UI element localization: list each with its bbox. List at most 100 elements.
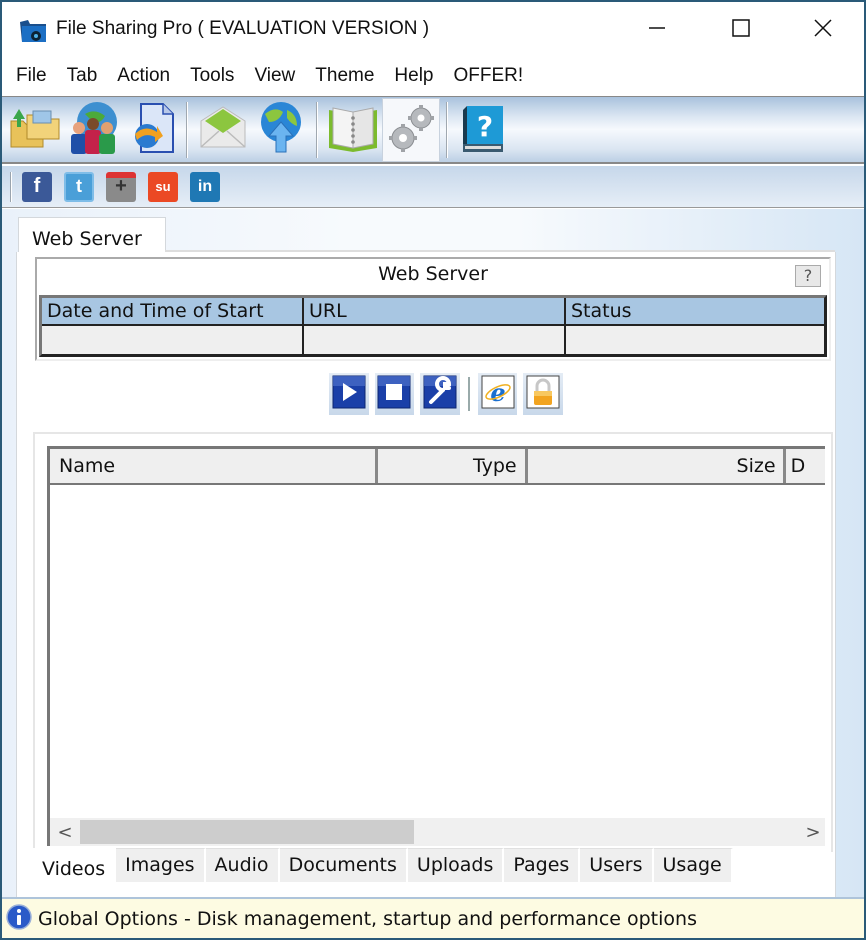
tab-uploads[interactable]: Uploads [407,848,505,882]
help-book-button[interactable]: ? [454,98,512,162]
column-header-type[interactable]: Type [378,449,528,483]
open-folders-icon [7,103,63,157]
web-server-box: Web Server ? Date and Time of Start URL … [35,257,831,361]
lock-icon [526,375,560,413]
menu-file[interactable]: File [16,65,47,87]
maximize-button[interactable] [718,10,764,50]
internet-explorer-icon: e [481,375,515,413]
main-toolbar: ? [2,96,864,164]
menu-view[interactable]: View [254,65,295,87]
web-server-title: Web Server [378,263,488,285]
help-book-icon: ? [455,100,511,160]
app-window: File Sharing Pro ( EVALUATION VERSION ) … [0,0,866,940]
column-header-url[interactable]: URL [304,298,566,326]
users-globe-icon [65,100,121,160]
files-frame: Name Type Size D < > [33,432,833,852]
linkedin-icon: in [197,177,213,195]
column-header-date[interactable]: D [786,449,825,483]
scroll-left-button[interactable]: < [50,818,80,846]
toolbar-separator [446,101,448,158]
column-header-date-time[interactable]: Date and Time of Start [42,298,304,326]
toolbar-separator [316,101,318,158]
file-sharing-pro-icon [18,18,48,44]
close-icon [813,18,833,42]
menu-help[interactable]: Help [394,65,433,87]
open-browser-button[interactable]: e [477,373,518,415]
minimize-button[interactable] [634,10,680,50]
server-control-bar: e [329,372,569,416]
share-document-button[interactable] [122,98,180,162]
facebook-icon: f [33,175,41,197]
minimize-icon [647,18,667,42]
users-globe-button[interactable] [64,98,122,162]
stop-server-button[interactable] [374,373,415,415]
scrollbar-track[interactable] [80,819,798,845]
web-server-panel: Web Server ? Date and Time of Start URL … [16,252,836,897]
chevron-left-icon: < [57,821,73,843]
tab-pages[interactable]: Pages [504,848,581,882]
tab-videos[interactable]: Videos [33,848,117,888]
menu-tab[interactable]: Tab [67,65,98,87]
main-area: Web Server Web Server ? Date and Time of… [2,209,864,897]
globe-upload-icon [253,100,309,160]
maximize-icon [731,18,751,42]
menu-theme[interactable]: Theme [315,65,374,87]
menu-action[interactable]: Action [117,65,170,87]
tab-documents[interactable]: Documents [279,848,408,882]
address-book-button[interactable] [324,98,382,162]
stumbleupon-button[interactable]: su [148,171,178,202]
column-header-size[interactable]: Size [528,449,786,483]
globe-upload-button[interactable] [252,98,310,162]
column-header-status[interactable]: Status [566,298,824,326]
address-book-icon [325,100,381,160]
toolbar-separator [10,171,12,202]
share-document-icon [123,100,179,160]
toolbar-separator [467,377,470,411]
cell-status [566,326,824,354]
shared-files-list[interactable]: Name Type Size D < > [47,446,825,846]
tab-web-server[interactable]: Web Server [18,217,166,253]
facebook-button[interactable]: f [22,171,52,202]
server-status-table: Date and Time of Start URL Status [39,295,827,357]
security-lock-button[interactable] [523,373,564,415]
svg-text:e: e [490,378,505,407]
column-header-name[interactable]: Name [50,449,378,483]
start-server-button[interactable] [329,373,369,415]
title-bar: File Sharing Pro ( EVALUATION VERSION ) [2,2,864,58]
gears-options-icon [383,100,439,160]
scrollbar-thumb[interactable] [80,820,414,844]
email-button[interactable] [194,98,252,162]
google-plus-button[interactable]: + [106,171,136,202]
tab-users[interactable]: Users [580,848,654,882]
open-folders-button[interactable] [6,98,64,162]
menu-offer[interactable]: OFFER! [454,65,524,87]
cell-date-time [42,326,304,354]
cell-url [304,326,566,354]
status-bar: Global Options - Disk management, startu… [2,897,864,938]
menu-bar: File Tab Action Tools View Theme Help OF… [2,58,864,94]
tab-audio[interactable]: Audio [205,848,280,882]
settings-wrench-icon [423,375,457,413]
menu-tools[interactable]: Tools [190,65,234,87]
table-header: Date and Time of Start URL Status [42,298,824,326]
svg-text:?: ? [477,110,493,143]
scroll-right-button[interactable]: > [798,818,825,846]
close-button[interactable] [800,10,846,50]
server-settings-button[interactable] [420,373,460,415]
linkedin-button[interactable]: in [190,171,220,202]
files-list-header: Name Type Size D [50,449,825,485]
tab-images[interactable]: Images [116,848,206,882]
stumbleupon-icon: su [155,179,171,194]
email-envelope-icon [195,103,251,157]
info-icon [6,903,32,934]
twitter-icon: t [76,176,82,196]
stop-icon [377,375,411,413]
horizontal-scrollbar[interactable]: < > [50,818,825,846]
table-row[interactable] [42,326,824,354]
tab-usage[interactable]: Usage [653,848,733,882]
help-button[interactable]: ? [795,265,821,287]
twitter-button[interactable]: t [64,171,94,202]
social-toolbar: f t + su in [2,166,864,208]
google-plus-icon: + [115,175,127,197]
global-options-button[interactable] [382,97,440,162]
